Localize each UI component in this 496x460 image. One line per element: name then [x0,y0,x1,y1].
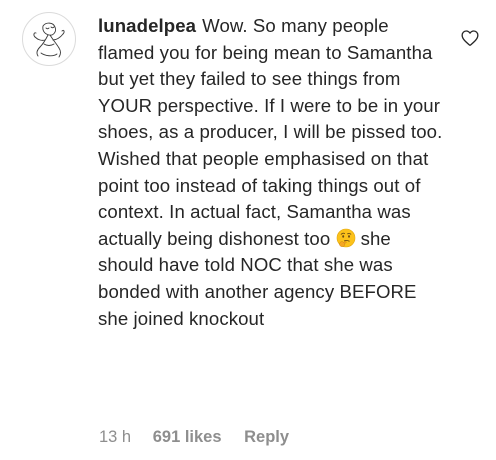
comment: lunadelpea Wow. So many people flamed you… [0,0,496,460]
comment-text-part1: Wow. So many people flamed you for being… [98,15,443,249]
comment-body: lunadelpea Wow. So many people flamed you… [98,13,443,332]
avatar-illustration-icon [33,22,65,58]
like-heart-icon[interactable] [460,28,480,48]
reply-button[interactable]: Reply [244,427,289,447]
avatar[interactable] [22,12,76,66]
timestamp[interactable]: 13 h [99,427,131,447]
likes-count[interactable]: 691 likes [153,427,222,447]
comment-meta: 13 h 691 likes Reply [99,427,289,447]
username-link[interactable]: lunadelpea [98,15,196,36]
thinking-face-icon [336,228,356,248]
